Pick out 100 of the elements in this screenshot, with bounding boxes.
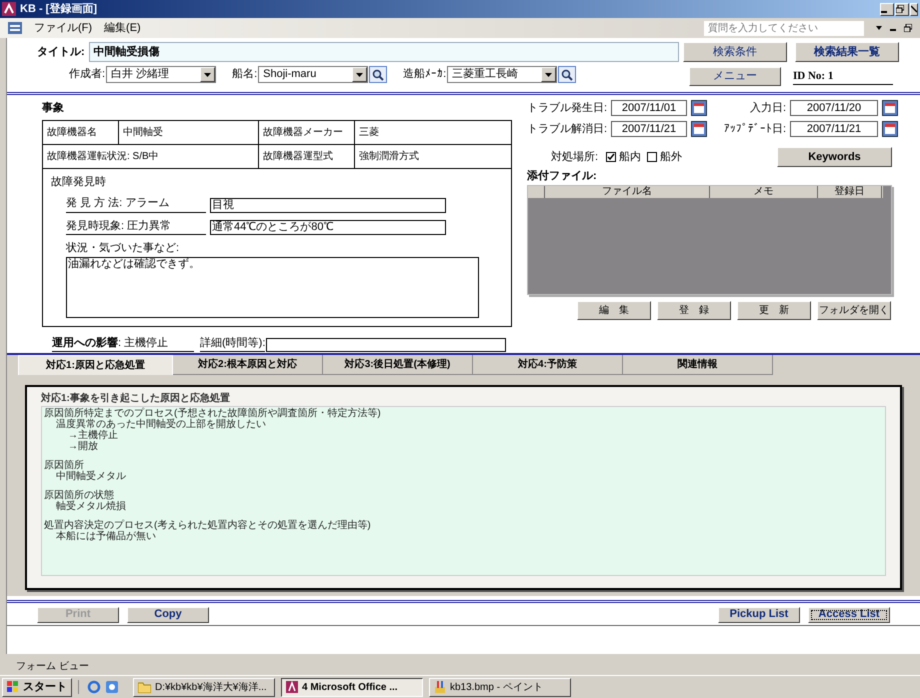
panel-text-line: 原因箇所	[44, 460, 84, 471]
attachment-button[interactable]: 編 集	[577, 300, 651, 320]
combo-box[interactable]: 三菱重工長崎	[447, 66, 558, 83]
close-button[interactable]	[910, 2, 918, 16]
panel-text-line: 処置内容決定のプロセス(考えられた処置内容とその処置を選んだ理由等)	[44, 520, 372, 531]
restore-button[interactable]	[895, 2, 909, 16]
column-header: 登録日	[818, 186, 882, 198]
tab[interactable]: 対応2:根本原因と対応	[173, 355, 323, 375]
checkbox[interactable]	[647, 152, 658, 162]
finding-field[interactable]: 目視	[210, 198, 446, 212]
panel-heading: 対応1:事象を引き起こした原因と応急処置	[41, 391, 231, 406]
panel-text-line: 本船には予備品が無い	[55, 531, 157, 542]
impact-label: 運用への影響: 主機停止	[52, 334, 194, 352]
calendar-button[interactable]	[882, 120, 898, 137]
taskbar-button[interactable]: 4 Microsoft Office ...	[281, 678, 423, 696]
column-header: ファイル名	[545, 186, 710, 198]
search-button[interactable]	[369, 66, 388, 83]
checkbox-label: 船内	[619, 150, 642, 165]
finding-label: 発見時現象: 圧力異常	[66, 218, 206, 235]
combo-label: 造船ﾒｰｶ:	[403, 67, 446, 82]
calendar-icon	[694, 124, 704, 134]
calendar-button[interactable]	[691, 100, 707, 116]
attachment-button[interactable]: フォルダを開く	[817, 300, 891, 320]
taskbar-button[interactable]: D:¥kb¥kb¥海洋大¥海洋...	[133, 678, 275, 696]
date-label: トラブル発生日:	[527, 100, 608, 116]
panel-text-line: 中間軸受メタル	[55, 471, 127, 482]
panel-text-line: 温度異常のあった中間軸受の上部を開放したい	[55, 419, 267, 430]
restore-icon	[896, 5, 904, 13]
notes-field[interactable]: 油漏れなどは確認できず。	[66, 256, 479, 318]
close-icon	[911, 5, 917, 13]
tab[interactable]: 関連情報	[623, 355, 773, 375]
attachment-button[interactable]: 登 録	[657, 300, 731, 320]
search-button[interactable]	[558, 66, 576, 83]
panel-text-line: 軸受メタル焼損	[55, 501, 127, 512]
table-cell-text: 三菱	[358, 126, 380, 140]
dropdown-arrow-icon[interactable]	[876, 26, 882, 30]
discovery-heading: 故障発見時	[51, 174, 107, 190]
status-text: フォーム ビュー	[16, 660, 89, 674]
attachments-label: 添付ファイル:	[527, 169, 598, 184]
search-icon	[372, 68, 384, 80]
detail-label: 詳細(時間等):	[200, 334, 266, 352]
notes-label: 状況・気づいた事など:	[65, 241, 180, 256]
event-heading: 事象	[42, 100, 65, 116]
panel-text-area[interactable]: 原因箇所特定までのプロセス(予想された故障箇所や調査箇所・特定方法等) 温度異常のあった中間軸受の上部を開放したい →主機停止 →開放 原因箇所 中間軸受メタル 原因箇所の状態 軸受メタル焼損 処置内容決定のプロセス(考えられた処置内容とその処置を選んだ理由等) 本船には予備品が無い	[41, 406, 886, 576]
app-icon	[2, 2, 16, 16]
search-icon	[561, 68, 574, 80]
restore-icon[interactable]	[904, 24, 912, 32]
app-icon	[286, 681, 298, 693]
combo-label: 作成者:	[69, 67, 106, 82]
table-cell-text: 強制潤滑方式	[358, 150, 420, 164]
panel-text-line: →主機停止	[67, 430, 119, 441]
calendar-button[interactable]	[882, 100, 898, 116]
window-title: KB - [登録画面]	[20, 2, 97, 17]
date-field[interactable]: 2007/11/20	[790, 100, 878, 116]
tab[interactable]: 対応1:原因と応急処置	[18, 355, 173, 375]
tab[interactable]: 対応3:後日処置(本修理)	[323, 355, 473, 375]
search-nav-button[interactable]: 検索条件	[683, 42, 787, 62]
combo-label: 船名:	[232, 67, 258, 82]
menu-item[interactable]: 編集(E)	[104, 20, 141, 36]
location-label: 対処場所:	[551, 150, 598, 165]
panel-text-line: 原因箇所の状態	[44, 490, 115, 501]
title-field[interactable]: 中間軸受損傷	[88, 42, 679, 62]
date-field[interactable]: 2007/11/01	[611, 100, 687, 116]
date-label: トラブル解消日:	[527, 122, 608, 136]
id-number: ID No: 1	[793, 68, 893, 86]
form-icon	[8, 22, 22, 34]
calendar-icon	[885, 124, 895, 134]
footer-button[interactable]: Pickup List	[718, 606, 800, 622]
checkbox[interactable]	[606, 152, 616, 162]
taskbar-button[interactable]: kb13.bmp - ペイント	[429, 678, 571, 696]
start-button[interactable]: スタート	[2, 678, 72, 696]
paint-icon	[434, 681, 446, 693]
title-label: タイトル:	[37, 44, 85, 60]
date-field[interactable]: 2007/11/21	[611, 120, 687, 137]
column-header: メモ	[710, 186, 818, 198]
help-search-field[interactable]: 質問を入力してください	[704, 20, 864, 36]
table-cell: 故障機器名	[43, 120, 119, 144]
combo-box[interactable]: Shoji-maru	[258, 66, 368, 83]
panel-text-line: →開放	[67, 441, 99, 452]
detail-field[interactable]	[266, 338, 506, 352]
browser-icon[interactable]	[87, 680, 101, 694]
footer-button[interactable]: Copy	[127, 606, 209, 622]
tab[interactable]: 対応4:予防策	[473, 355, 623, 375]
combo-box[interactable]: 白井 沙緒理	[106, 66, 216, 83]
search-nav-button[interactable]: 検索結果一覧	[795, 42, 899, 62]
calendar-icon	[694, 103, 704, 114]
minimize-button[interactable]	[880, 2, 894, 16]
menu-button[interactable]: メニュー	[689, 67, 781, 86]
checkbox-label: 船外	[660, 150, 682, 165]
panel-text-line: 原因箇所特定までのプロセス(予想された故障箇所や調査箇所・特定方法等)	[44, 408, 382, 419]
keywords-button[interactable]: Keywords	[777, 147, 892, 167]
desktop-icon[interactable]	[105, 680, 119, 694]
windows-logo-icon	[7, 681, 19, 693]
calendar-icon	[885, 103, 895, 114]
date-field[interactable]: 2007/11/21	[790, 120, 878, 137]
menu-item[interactable]: ファイル(F)	[34, 20, 92, 36]
finding-field[interactable]: 通常44℃のところが80℃	[210, 220, 446, 235]
attachment-button[interactable]: 更 新	[737, 300, 811, 320]
footer-button[interactable]: Access List	[808, 606, 890, 622]
calendar-button[interactable]	[691, 120, 707, 137]
